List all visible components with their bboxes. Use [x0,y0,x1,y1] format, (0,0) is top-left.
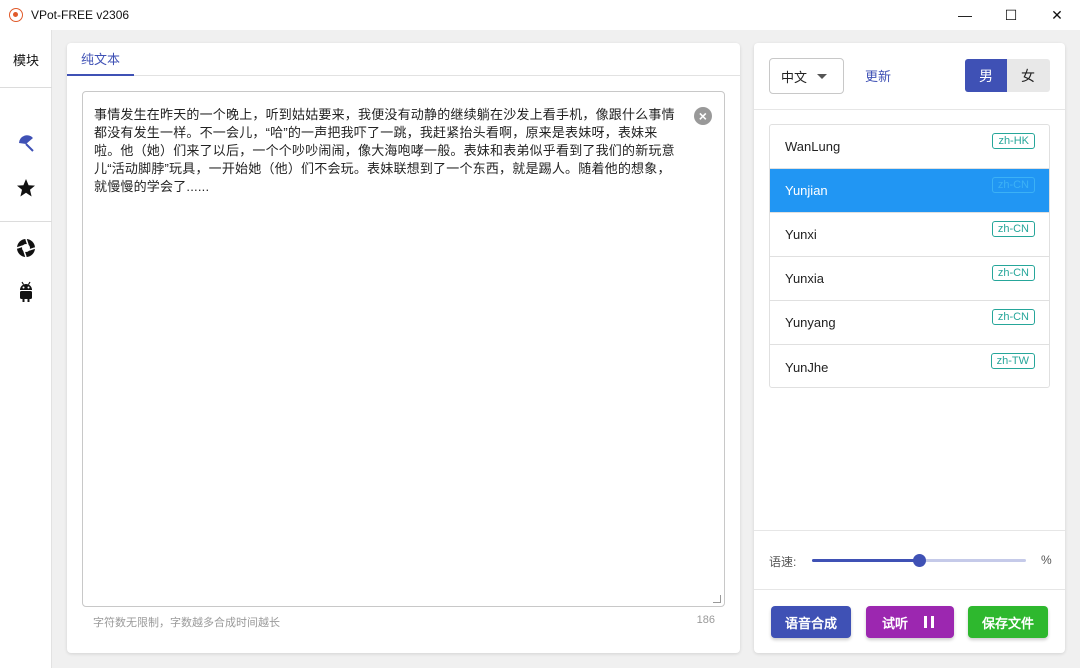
listen-label: 试听 [881,615,908,631]
voice-list: WanLung zh-HK Yunjian zh-CN Yunxi zh-CN … [769,124,1050,388]
voice-item[interactable]: Yunxia zh-CN [770,257,1049,301]
panel-divider [754,530,1065,531]
male-button[interactable]: 男 [965,59,1007,92]
voice-name: Yunyang [785,315,836,330]
close-button[interactable]: ✕ [1034,0,1080,30]
nav-divider [0,221,52,222]
star-icon[interactable] [14,176,38,200]
tab-plain-text[interactable]: 纯文本 [67,43,134,76]
clear-text-icon[interactable]: × [694,107,712,125]
voice-name: Yunxi [785,227,817,242]
gender-toggle: 男 女 [965,59,1050,92]
locale-badge: zh-CN [991,265,1035,281]
title-bar: VPot-FREE v2306 — ☐ ✕ [0,0,1080,30]
aperture-icon[interactable] [14,236,38,260]
speed-slider-thumb[interactable] [913,554,926,567]
window-title: VPot-FREE v2306 [31,8,130,22]
voice-name: YunJhe [785,359,829,375]
app-logo-icon [9,8,23,22]
umbrella-icon[interactable] [14,132,38,156]
voice-item[interactable]: Yunyang zh-CN [770,301,1049,345]
speed-slider-fill [812,559,919,562]
synthesize-label: 语音合成 [784,615,837,631]
synthesize-button[interactable]: 语音合成 [771,606,851,638]
resize-handle[interactable] [713,595,721,603]
panel-divider [754,589,1065,590]
text-input[interactable]: 事情发生在昨天的一个晚上，听到姑姑要来，我便没有动静的继续躺在沙发上看手机，像跟… [82,91,725,607]
module-label: 模块 [12,53,39,68]
female-button[interactable]: 女 [1007,59,1049,92]
locale-badge: zh-CN [991,309,1035,325]
android-icon[interactable] [14,280,38,304]
save-file-label: 保存文件 [981,615,1034,631]
voice-settings-panel: 中文 更新 男 女 WanLung zh-HK Yunjian zh-CN Yu… [754,43,1065,653]
maximize-button[interactable]: ☐ [988,0,1034,30]
voice-item[interactable]: YunJhe zh-TW [770,345,1049,387]
editor-tabbar: 纯文本 [67,43,740,76]
locale-badge: zh-HK [992,133,1035,149]
pause-icon [924,616,938,628]
voice-name: Yunxia [785,271,825,286]
dropdown-caret-icon [817,74,827,79]
update-button[interactable]: 更新 [865,66,891,85]
locale-badge: zh-CN [991,221,1035,237]
minimize-button[interactable]: — [942,0,988,30]
voice-item[interactable]: WanLung zh-HK [770,125,1049,169]
voice-name: WanLung [785,139,841,154]
voice-name: Yunjian [785,183,828,198]
listen-button[interactable]: 试听 [866,606,954,638]
voice-item-selected[interactable]: Yunjian zh-CN [770,169,1049,213]
locale-badge: zh-TW [990,353,1035,369]
text-editor-card: 纯文本 事情发生在昨天的一个晚上，听到姑姑要来，我便没有动静的继续躺在沙发上看手… [67,43,740,653]
char-count: 186 [696,614,715,626]
save-file-button[interactable]: 保存文件 [968,606,1048,638]
panel-divider [754,109,1065,110]
window-controls: — ☐ ✕ [942,0,1080,30]
locale-badge: zh-CN [991,177,1035,193]
speed-slider[interactable] [812,554,1026,567]
char-limit-hint: 字符数无限制，字数越多合成时间越长 [93,617,280,629]
text-content[interactable]: 事情发生在昨天的一个晚上，听到姑姑要来，我便没有动静的继续躺在沙发上看手机，像跟… [94,107,675,194]
speed-unit: % [1041,553,1052,567]
language-select[interactable]: 中文 [769,58,844,94]
voice-item[interactable]: Yunxi zh-CN [770,213,1049,257]
module-sidebar: 模块 [0,30,52,668]
language-value: 中文 [781,69,808,85]
speed-label: 语速: [769,555,797,569]
nav-divider [0,87,52,88]
